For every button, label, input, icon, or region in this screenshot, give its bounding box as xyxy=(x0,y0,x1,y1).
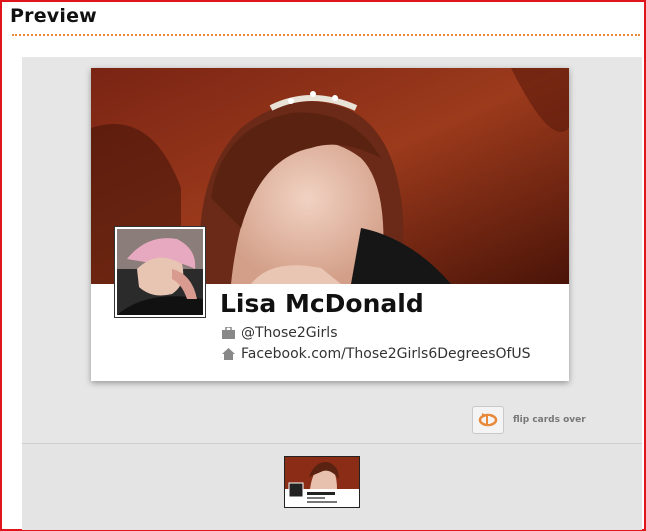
panel-title: Preview xyxy=(10,5,97,27)
rotate-arrow-icon xyxy=(478,413,498,427)
flip-cards-button[interactable] xyxy=(472,406,504,434)
avatar xyxy=(114,226,206,318)
website-text: Facebook.com/Those2Girls6DegreesOfUS xyxy=(241,346,531,362)
website-line: Facebook.com/Those2Girls6DegreesOfUS xyxy=(222,346,531,362)
company-text: @Those2Girls xyxy=(241,325,338,341)
title-divider xyxy=(12,34,640,36)
card-name: Lisa McDonald xyxy=(220,289,424,318)
home-icon xyxy=(222,348,235,360)
card-thumbnail[interactable] xyxy=(284,456,360,508)
flip-cards-control[interactable]: flip cards over xyxy=(472,406,586,434)
flip-cards-label[interactable]: flip cards over xyxy=(513,415,586,425)
company-line: @Those2Girls xyxy=(222,325,337,341)
briefcase-icon xyxy=(222,327,235,339)
